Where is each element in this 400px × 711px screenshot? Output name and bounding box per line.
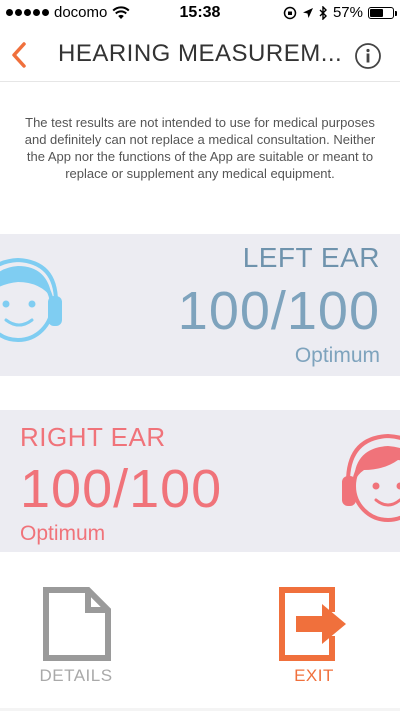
girl-headphones-icon — [342, 433, 400, 522]
navigation-bar: HEARING MEASUREM... — [0, 28, 400, 82]
details-button[interactable]: DETAILS — [16, 586, 136, 696]
carrier-name: docomo — [54, 4, 108, 21]
carrier: docomo — [6, 4, 130, 21]
status-icons: 57% — [283, 4, 397, 21]
document-icon — [43, 587, 111, 661]
wifi-icon — [112, 5, 130, 19]
details-label: DETAILS — [39, 666, 113, 685]
exit-label: EXIT — [294, 666, 334, 685]
disclaimer-text: The test results are not intended to use… — [24, 115, 376, 181]
signal-strength-icon — [6, 9, 49, 16]
status-bar: docomo 15:38 57% — [0, 0, 400, 28]
page-title: HEARING MEASUREM... — [58, 40, 343, 67]
exit-arrow-icon — [279, 587, 346, 661]
exit-button[interactable]: EXIT — [254, 586, 374, 696]
right-ear-panel: RIGHT EAR 100/100 Optimum — [0, 410, 400, 552]
right-ear-title: RIGHT EAR — [20, 422, 166, 452]
info-icon[interactable] — [354, 42, 382, 70]
left-ear-grade: Optimum — [294, 344, 380, 367]
boy-headphones-icon — [0, 257, 62, 342]
right-ear-grade: Optimum — [20, 522, 106, 545]
orientation-lock-icon — [283, 6, 297, 19]
left-ear-title: LEFT EAR — [242, 242, 380, 273]
battery-percent: 57% — [332, 4, 363, 21]
left-ear-panel: LEFT EAR 100/100 Optimum — [0, 234, 400, 376]
battery-icon — [368, 6, 397, 19]
right-ear-score: 100/100 — [20, 459, 223, 519]
left-ear-score: 100/100 — [177, 281, 380, 341]
battery-fill — [370, 8, 383, 17]
location-icon — [302, 7, 313, 18]
bluetooth-icon — [319, 5, 327, 20]
back-chevron-icon[interactable] — [8, 38, 30, 72]
